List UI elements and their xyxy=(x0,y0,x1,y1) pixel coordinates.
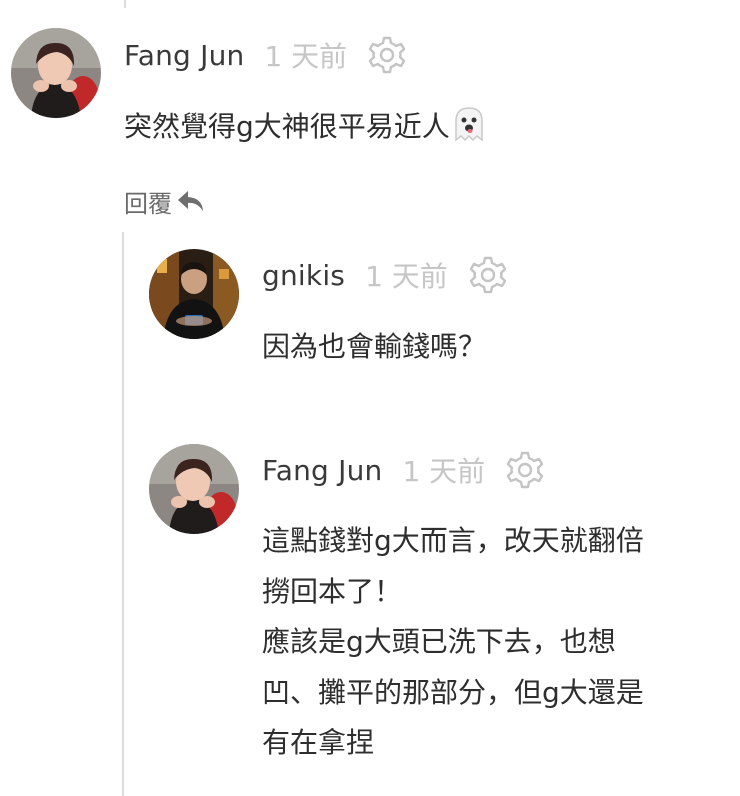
reply-button[interactable]: 回覆 xyxy=(124,181,206,221)
avatar-fangjun-image xyxy=(11,28,101,118)
avatar-gnikis-image xyxy=(149,249,239,339)
comment-text-line: 有在拿捏 xyxy=(262,726,375,759)
avatar[interactable] xyxy=(149,444,239,534)
comment-text-line: 撈回本了！ xyxy=(262,575,403,608)
comment-text-line: 這點錢對g大而言，改天就翻倍 xyxy=(262,524,644,557)
avatar[interactable] xyxy=(11,28,101,118)
comment-body: 突然覺得g大神很平易近人 xyxy=(124,106,486,146)
comment-body: 因為也會輸錢嗎？ xyxy=(262,327,486,367)
comment-thread: Fang Jun 1 天前 突然覺得g大神很平易近人 回覆 gnikis 1 天… xyxy=(0,0,740,796)
comment-text-line: 凹、攤平的那部分，但g大還是 xyxy=(262,676,644,709)
comment-header: Fang Jun 1 天前 xyxy=(124,35,407,75)
gear-icon[interactable] xyxy=(367,35,407,75)
gear-icon[interactable] xyxy=(505,450,545,490)
comment-text-line: 因為也會輸錢嗎？ xyxy=(262,330,487,363)
timestamp: 1 天前 xyxy=(402,455,486,488)
avatar-fangjun-image xyxy=(149,444,239,534)
reply-label: 回覆 xyxy=(124,189,172,218)
comment-header: Fang Jun 1 天前 xyxy=(262,450,545,490)
comment-header: gnikis 1 天前 xyxy=(262,255,508,295)
gear-icon[interactable] xyxy=(468,255,508,295)
avatar[interactable] xyxy=(149,249,239,339)
comment-text-line: 突然覺得g大神很平易近人 xyxy=(124,110,450,143)
timestamp: 1 天前 xyxy=(264,40,348,73)
author-name[interactable]: Fang Jun xyxy=(262,454,382,487)
timestamp: 1 天前 xyxy=(365,260,448,293)
comment-text-line: 應該是g大頭已洗下去，也想 xyxy=(262,625,616,658)
thread-line-top xyxy=(124,0,126,8)
author-name[interactable]: gnikis xyxy=(262,259,345,292)
ghost-emoji-icon xyxy=(452,106,486,142)
reply-arrow-icon xyxy=(176,187,206,215)
author-name[interactable]: Fang Jun xyxy=(124,39,244,72)
reply-thread-line xyxy=(122,232,124,796)
